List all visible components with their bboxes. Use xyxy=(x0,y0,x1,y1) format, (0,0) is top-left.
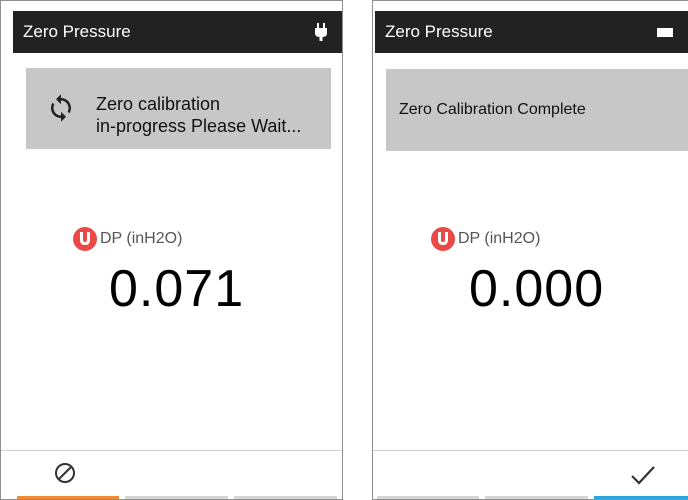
zero-pressure-screen-in-progress: Zero Pressure Zero calibration in-progre… xyxy=(0,0,343,500)
measurement-unit-label: DP (inH2O) xyxy=(458,230,541,247)
screen-title: Zero Pressure xyxy=(385,22,493,41)
bottom-action-bar xyxy=(373,451,688,499)
tab-strip-1 xyxy=(377,496,479,499)
check-icon[interactable] xyxy=(630,465,656,485)
screen-title: Zero Pressure xyxy=(23,22,131,41)
sensor-icon xyxy=(73,227,97,251)
title-bar: Zero Pressure xyxy=(375,11,688,53)
calibration-message: Zero calibration in-progress Please Wait… xyxy=(96,93,301,137)
calibration-complete-message: Zero Calibration Complete xyxy=(399,101,586,118)
calibration-message-line2: in-progress Please Wait... xyxy=(96,116,302,136)
sensor-icon xyxy=(431,227,455,251)
calibration-status-banner: Zero calibration in-progress Please Wait… xyxy=(26,68,331,149)
battery-icon xyxy=(657,28,673,37)
tab-strip-2 xyxy=(485,496,588,499)
pressure-reading: 0.000 xyxy=(469,260,605,318)
title-bar: Zero Pressure xyxy=(13,11,342,53)
calibration-message-line1: Zero calibration xyxy=(96,94,221,114)
calibration-status-banner: Zero Calibration Complete xyxy=(386,69,688,151)
measurement-unit-label: DP (inH2O) xyxy=(100,230,183,247)
measurement-label: DP (inH2O) xyxy=(431,227,540,251)
measurement-label: DP (inH2O) xyxy=(73,227,182,251)
bottom-action-bar xyxy=(1,451,342,499)
cancel-tab-strip[interactable] xyxy=(17,496,119,499)
pressure-reading: 0.071 xyxy=(109,260,245,318)
confirm-tab-strip[interactable] xyxy=(594,496,688,499)
zero-pressure-screen-complete: Zero Pressure Zero Calibration Complete … xyxy=(372,0,688,500)
tab-strip-2 xyxy=(125,496,228,499)
plug-icon xyxy=(315,23,327,41)
sync-icon xyxy=(51,94,71,122)
cancel-icon[interactable] xyxy=(54,462,76,484)
tab-strip-3 xyxy=(234,496,337,499)
